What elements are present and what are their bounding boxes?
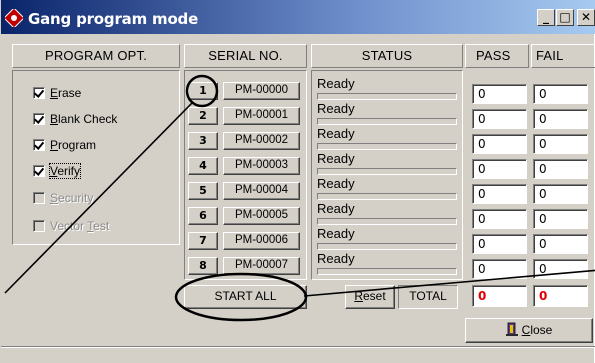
window-title: Gang program mode: [28, 10, 199, 28]
status-text: Ready: [317, 251, 355, 266]
progress-bar: [317, 193, 457, 200]
site-5-status: Ready: [317, 176, 457, 201]
site-6-pass-field: 0: [472, 209, 527, 229]
site-2-button[interactable]: 2: [188, 107, 218, 125]
progress-bar: [317, 168, 457, 175]
status-text: Ready: [317, 226, 355, 241]
status-text: Ready: [317, 126, 355, 141]
site-1-fail-field: 0: [533, 84, 588, 104]
site-7-pass-field: 0: [472, 234, 527, 254]
header-serial-no: SERIAL NO.: [184, 44, 307, 68]
option-label: Program: [50, 138, 97, 152]
title-bar[interactable]: Gang program mode _ □ ✕: [1, 0, 595, 34]
site-3-button[interactable]: 3: [188, 132, 218, 150]
option-label: Verify: [48, 163, 82, 179]
site-2-pass-field: 0: [472, 109, 527, 129]
reset-button[interactable]: Reset: [345, 285, 395, 309]
site-1-pass-field: 0: [472, 84, 527, 104]
door-exit-icon: [505, 322, 518, 336]
site-3-status: Ready: [317, 126, 457, 151]
program-options-panel: Erase Blank Check Program Verify Securit…: [12, 70, 180, 245]
status-text: Ready: [317, 201, 355, 216]
site-6-button[interactable]: 6: [188, 207, 218, 225]
site-6-status: Ready: [317, 201, 457, 226]
site-6-fail-field: 0: [533, 209, 588, 229]
site-8-button[interactable]: 8: [188, 257, 218, 275]
site-2-serial-button[interactable]: PM-00001: [223, 107, 300, 125]
site-5-serial-button[interactable]: PM-00004: [223, 182, 300, 200]
option-label: Security: [50, 191, 94, 205]
vector-test-checkbox: [33, 220, 45, 232]
site-3-fail-field: 0: [533, 134, 588, 154]
site-8-serial-button[interactable]: PM-00007: [223, 257, 300, 275]
site-6-serial-button[interactable]: PM-00005: [223, 207, 300, 225]
site-3-serial-button[interactable]: PM-00002: [223, 132, 300, 150]
site-2-status: Ready: [317, 101, 457, 126]
site-4-status: Ready: [317, 151, 457, 176]
maximize-button[interactable]: □: [556, 9, 574, 26]
site-4-pass-field: 0: [472, 159, 527, 179]
site-7-fail-field: 0: [533, 234, 588, 254]
site-8-status: Ready: [317, 251, 457, 276]
site-7-button[interactable]: 7: [188, 232, 218, 250]
progress-bar: [317, 243, 457, 250]
header-program-opt: PROGRAM OPT.: [12, 44, 180, 68]
site-1-status: Ready: [317, 76, 457, 101]
close-button[interactable]: Close: [465, 318, 593, 343]
total-pass-field: 0: [472, 285, 527, 307]
app-icon: [5, 9, 23, 27]
progress-bar: [317, 93, 457, 100]
site-1-button[interactable]: 1: [188, 82, 218, 100]
window-close-button[interactable]: ✕: [577, 9, 595, 26]
status-text: Ready: [317, 151, 355, 166]
status-text: Ready: [317, 76, 355, 91]
header-status: STATUS: [311, 44, 463, 68]
progress-bar: [317, 143, 457, 150]
start-all-button[interactable]: START ALL: [184, 285, 307, 309]
site-5-fail-field: 0: [533, 184, 588, 204]
status-text: Ready: [317, 101, 355, 116]
status-bar: [1, 346, 595, 363]
total-fail-field: 0: [533, 285, 588, 307]
site-7-serial-button[interactable]: PM-00006: [223, 232, 300, 250]
security-checkbox: [33, 192, 45, 204]
erase-checkbox[interactable]: [33, 87, 45, 99]
site-4-button[interactable]: 4: [188, 157, 218, 175]
site-5-button[interactable]: 5: [188, 182, 218, 200]
site-4-fail-field: 0: [533, 159, 588, 179]
gang-program-window: Gang program mode _ □ ✕ PROGRAM OPT. SER…: [0, 0, 595, 363]
minimize-button[interactable]: _: [537, 9, 555, 26]
progress-bar: [317, 268, 457, 275]
header-fail: FAIL: [531, 44, 595, 68]
site-2-fail-field: 0: [533, 109, 588, 129]
site-8-fail-field: 0: [533, 259, 588, 279]
site-7-status: Ready: [317, 226, 457, 251]
site-1-serial-button[interactable]: PM-00000: [223, 82, 300, 100]
header-pass: PASS: [465, 44, 529, 68]
site-4-serial-button[interactable]: PM-00003: [223, 157, 300, 175]
site-5-pass-field: 0: [472, 184, 527, 204]
option-label: Blank Check: [50, 112, 118, 126]
blank-check-checkbox[interactable]: [33, 113, 45, 125]
program-checkbox[interactable]: [33, 139, 45, 151]
verify-checkbox[interactable]: [33, 165, 45, 177]
progress-bar: [317, 118, 457, 125]
status-text: Ready: [317, 176, 355, 191]
progress-bar: [317, 218, 457, 225]
total-label: TOTAL: [398, 285, 458, 309]
site-8-pass-field: 0: [472, 259, 527, 279]
option-label: Erase: [50, 86, 82, 100]
option-label: Vector Test: [50, 219, 110, 233]
site-3-pass-field: 0: [472, 134, 527, 154]
